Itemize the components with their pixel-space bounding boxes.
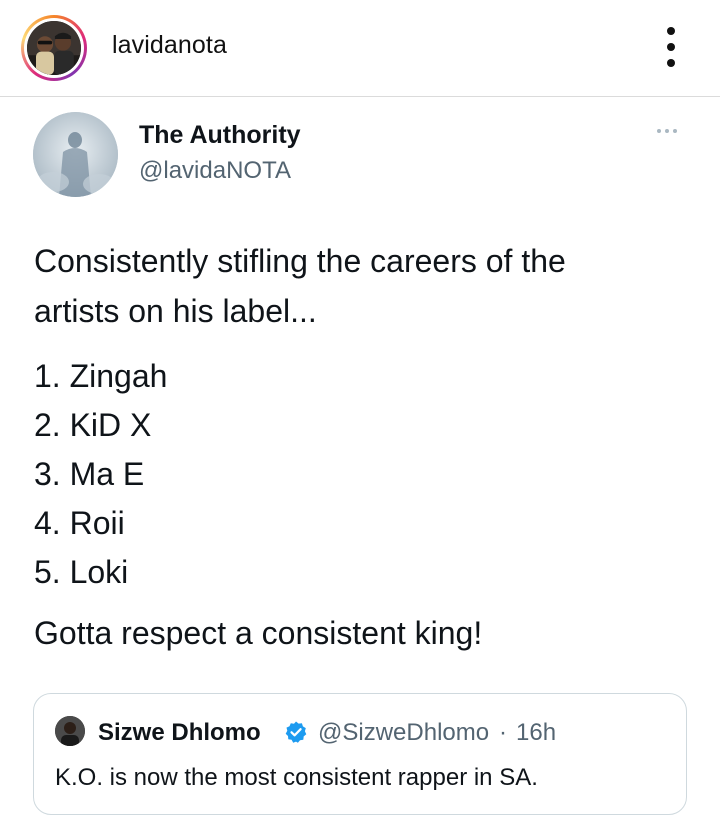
tweet-list-item: 3. Ma E (34, 456, 145, 492)
tweet-author-avatar[interactable] (33, 112, 118, 197)
account-username[interactable]: lavidanota (112, 31, 227, 60)
tweet-author-handle[interactable]: @lavidaNOTA (139, 157, 291, 185)
quoted-author-photo-icon (55, 716, 85, 746)
post-header: lavidanota (0, 0, 720, 97)
screenshot-frame: lavidanota The Authority @lavidaNOTA Con… (0, 0, 720, 815)
story-ring-inner (24, 18, 84, 78)
tweet-closing-line: Gotta respect a consistent king! (34, 615, 483, 651)
quoted-tweet-card[interactable]: Sizwe Dhlomo @SizweDhlomo · 16h K.O. is … (33, 693, 687, 815)
quoted-author-avatar[interactable] (55, 716, 85, 746)
tweet-list-item: 2. KiD X (34, 407, 152, 443)
tweet-list-item: 1. Zingah (34, 358, 168, 394)
quoted-author-handle[interactable]: @SizweDhlomo (318, 719, 489, 747)
tweet-list-item: 5. Loki (34, 554, 129, 590)
meta-separator: · (499, 719, 507, 746)
story-ring[interactable] (21, 15, 87, 81)
tweet-text-line-1: Consistently stifling the careers of the (34, 243, 566, 279)
horizontal-ellipsis-icon[interactable] (657, 127, 685, 137)
tweet-list-item: 4. Roii (34, 505, 125, 541)
tweet-author-name[interactable]: The Authority (139, 121, 301, 150)
verified-badge-icon (285, 721, 307, 743)
quoted-tweet-text: K.O. is now the most consistent rapper i… (55, 764, 538, 791)
profile-avatar[interactable] (27, 21, 81, 75)
tweet-text-line-2: artists on his label... (34, 293, 317, 329)
vertical-ellipsis-icon[interactable] (662, 25, 682, 69)
quoted-tweet-time[interactable]: 16h (516, 719, 556, 747)
profile-photo-icon (27, 21, 81, 75)
author-photo-icon (33, 112, 118, 197)
quoted-author-name[interactable]: Sizwe Dhlomo (98, 719, 261, 747)
